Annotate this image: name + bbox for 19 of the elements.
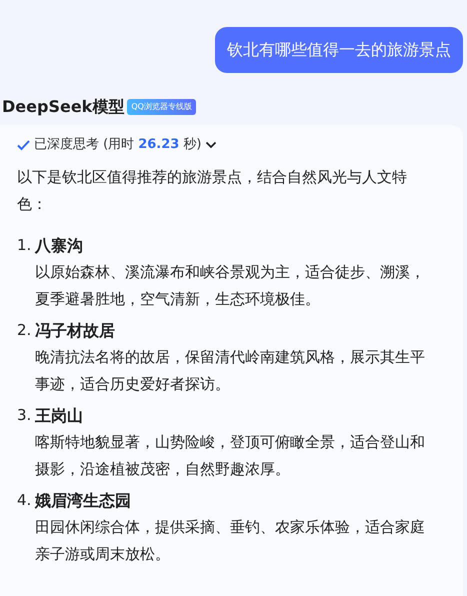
list-number: 1. <box>17 234 32 256</box>
spot-description: 晚清抗法名将的故居，保留清代岭南建筑风格，展示其生平事迹，适合历史爱好者探访。 <box>35 346 426 394</box>
spot-title: 冯子材故居 <box>35 320 116 342</box>
chevron-down-icon <box>205 140 218 149</box>
spot-title: 娥眉湾生态园 <box>35 490 132 512</box>
spot-description: 田园休闲综合体，提供采摘、垂钓、农家乐体验，适合家庭亲子游或周末放松。 <box>35 516 426 564</box>
spot-description: 以原始森林、溪流瀑布和峡谷景观为主，适合徒步、溯溪，夏季避暑胜地，空气清新，生态环境极佳。 <box>35 262 426 310</box>
list-number: 2. <box>17 320 32 340</box>
thinking-toggle[interactable]: 已深度思考 (用时 26.23 秒) <box>17 135 218 154</box>
spot-title: 王岗山 <box>35 404 84 426</box>
user-message-bubble: 钦北有哪些值得一去的旅游景点 <box>215 27 463 73</box>
spot-title: 八寨沟 <box>35 234 84 256</box>
intro-text: 以下是钦北区值得推荐的旅游景点，结合自然风光与人文特色： <box>17 166 408 214</box>
spot-description: 喀斯特地貌显著，山势险峻，登顶可俯瞰全景，适合登山和摄影，沿途植被茂密，自然野趣浓厚。 <box>35 432 426 480</box>
version-tag: QQ浏览器专线版 <box>127 99 196 115</box>
check-icon <box>17 138 30 151</box>
list-number: 4. <box>17 490 32 510</box>
model-name: DeepSeek模型 <box>2 96 124 118</box>
list-number: 3. <box>17 404 32 426</box>
